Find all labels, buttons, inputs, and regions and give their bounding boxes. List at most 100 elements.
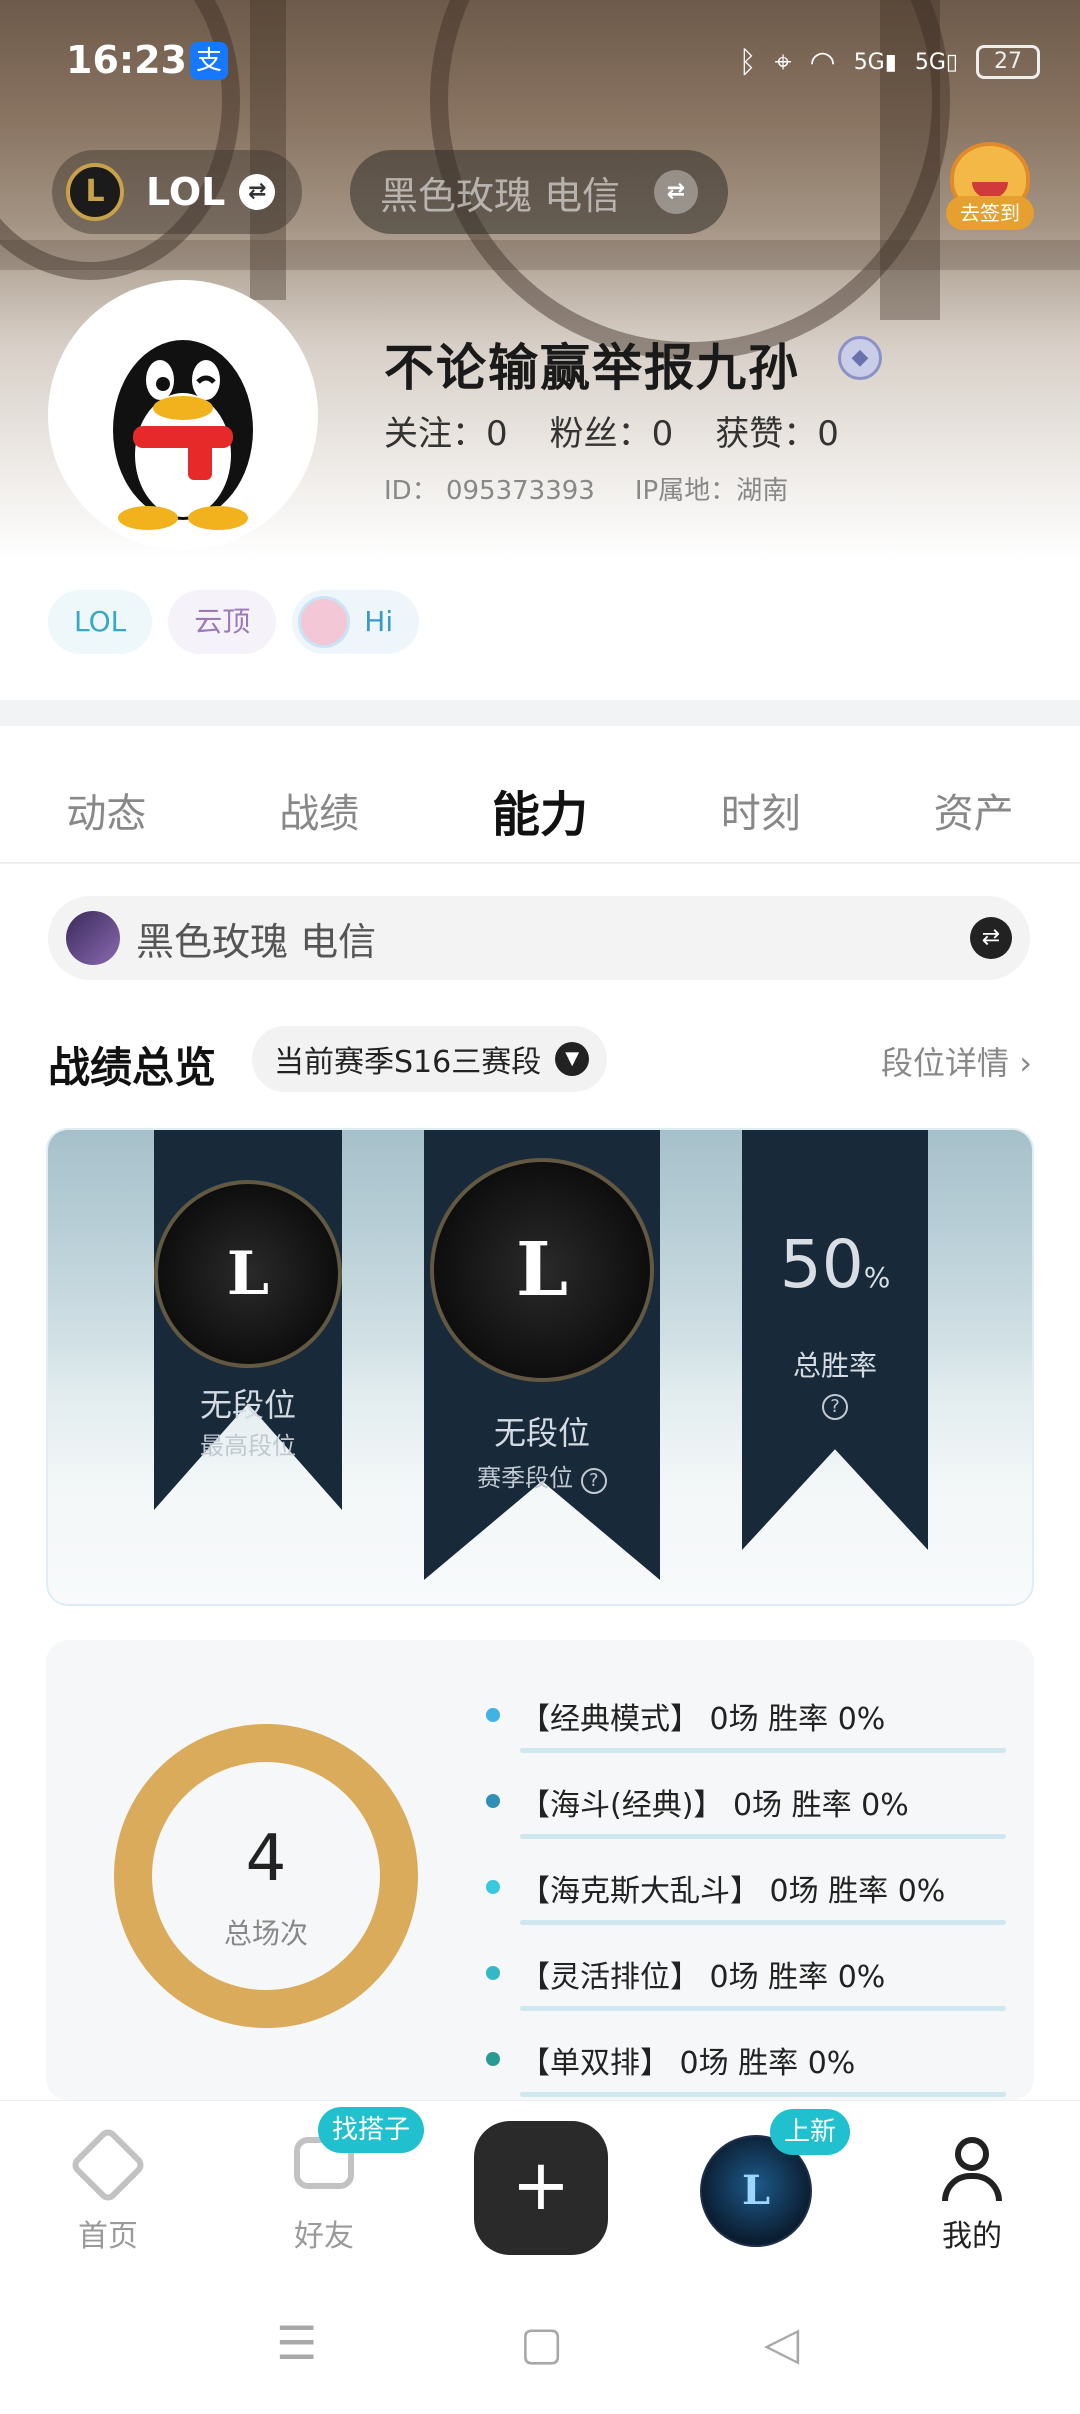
tag-tft[interactable]: 云顶 [168,590,277,654]
rank-emblem-icon: L [154,1180,342,1368]
location-icon: ⌖ [774,44,792,80]
help-icon[interactable]: ? [580,1468,607,1494]
tab-records[interactable]: 战绩 [279,781,359,839]
season-rank-value: 无段位 [493,1414,590,1452]
person-icon [939,2137,1005,2203]
chevron-right-icon: › [1019,1044,1032,1082]
avatar[interactable] [48,280,318,550]
back-icon[interactable]: ◁ [764,2316,799,2370]
profile-meta: ID： 095373393 IP属地：湖南 [384,470,788,507]
alipay-icon: 支 [190,42,228,80]
win-rate-label: 总胜率 [792,1349,877,1382]
total-games-value: 4 [245,1822,287,1896]
help-icon[interactable]: ? [822,1394,848,1420]
nav-me[interactable]: 我的 [892,2101,1052,2271]
likes-stat[interactable]: 获赞：0 [715,406,839,455]
list-item[interactable]: 【灵活排位】 0场 胜率 0% [486,1946,1006,2032]
mode-dot-icon [486,1794,500,1808]
section-divider [0,700,1080,726]
checkin-button[interactable]: 去签到 [940,142,1040,238]
create-post-button[interactable]: + [474,2121,608,2255]
wifi-icon: ◠ [809,44,836,80]
season-dropdown[interactable]: 当前赛季S16三赛段 ▼ [252,1026,608,1092]
mode-dot-icon [486,2052,500,2066]
rank-card: L 无段位 最高段位 L 无段位 赛季段位 ? 50% 总胜率 ? [46,1128,1034,1606]
mode-list: 【经典模式】 0场 胜率 0% 【海斗(经典)】 0场 胜率 0% 【海克斯大乱… [486,1688,1006,2118]
season-rank-label-row: 赛季段位 ? [424,1458,660,1494]
tag-lol[interactable]: LOL [48,590,153,654]
win-rate-help: ? [742,1390,928,1420]
total-games-label: 总场次 [223,1917,308,1950]
clock: 16:23 [66,38,187,82]
profile-tags: LOL 云顶 Hi [48,590,420,654]
mode-dot-icon [486,1708,500,1722]
bottom-nav: 首页 好友 找搭子 + L 上新 我的 [0,2100,1080,2270]
tab-moments[interactable]: 时刻 [721,781,801,839]
new-badge: 上新 [770,2109,851,2155]
ip-location: IP属地：湖南 [634,476,789,506]
lol-logo-icon: L [66,163,124,221]
game-label: LOL [146,170,226,214]
signal-icon: 5G▯ [914,49,958,75]
status-icons: ᛒ ⌖ ◠ 5G▮ 5G▯ 27 [739,40,1040,84]
account-selector[interactable]: 黑色玫瑰 电信 ⇄ [48,896,1030,980]
tab-feed[interactable]: 动态 [66,781,146,839]
tab-ability[interactable]: 能力 [492,775,588,845]
rank-emblem-icon: L [430,1158,654,1382]
status-bar: 16:23 支 ᛒ ⌖ ◠ 5G▮ 5G▯ 27 [0,0,1080,120]
swap-icon: ⇄ [970,917,1012,959]
tab-underline-divider [0,862,1080,864]
champion-avatar-icon [66,911,120,965]
mode-bar [520,1748,1006,1753]
nav-home[interactable]: 首页 [28,2101,188,2271]
mode-bar [520,1834,1006,1839]
home-square-icon[interactable]: ▢ [520,2316,563,2370]
game-switch-button[interactable]: L LOL ⇄ [52,150,302,234]
rank-detail-link[interactable]: 段位详情 › [881,1038,1032,1084]
highest-rank-label: 最高段位 [200,1432,296,1460]
server-selector[interactable]: 黑色玫瑰 电信 ⇄ [350,150,728,234]
profile-tabs: 动态 战绩 能力 时刻 资产 [0,760,1080,860]
system-nav-bar: ☰ ▢ ◁ [0,2270,1080,2414]
bg-railing [0,240,1080,270]
home-icon [68,2125,148,2205]
highest-rank[interactable]: L 无段位 最高段位 [154,1130,342,1590]
win-rate[interactable]: 50% 总胜率 ? [742,1130,928,1590]
user-id: ID： 095373393 [384,476,595,506]
friends-badge: 找搭子 [318,2107,425,2153]
list-item[interactable]: 【海克斯大乱斗】 0场 胜率 0% [486,1860,1006,1946]
hi-avatar-icon [298,596,351,648]
mode-dot-icon [486,1966,500,1980]
verified-badge-icon[interactable]: ◆ [838,336,882,380]
fans-stat[interactable]: 粉丝：0 [550,406,674,455]
list-item[interactable]: 【海斗(经典)】 0场 胜率 0% [486,1774,1006,1860]
mode-bar [520,1920,1006,1925]
swap-icon: ⇄ [654,170,698,214]
chevron-down-icon: ▼ [555,1042,590,1076]
battery-icon: 27 [976,45,1040,79]
menu-icon[interactable]: ☰ [276,2316,317,2370]
bluetooth-icon: ᛒ [738,44,757,80]
swap-icon: ⇄ [239,174,276,210]
match-stats-card: 4 总场次 【经典模式】 0场 胜率 0% 【海斗(经典)】 0场 胜率 0% … [46,1640,1034,2100]
tag-hi[interactable]: Hi [292,590,420,654]
season-label: 当前赛季S16三赛段 [274,1045,542,1080]
win-rate-value: 50% [779,1226,891,1303]
tab-assets[interactable]: 资产 [934,781,1014,839]
server-placeholder: 黑色玫瑰 电信 [380,173,621,218]
section-title: 战绩总览 [48,1043,217,1092]
mode-bar [520,2006,1006,2011]
total-games-ring: 4 总场次 [114,1724,418,2028]
penguin-avatar-icon [113,340,253,530]
season-rank[interactable]: L 无段位 赛季段位 ? [424,1130,660,1590]
checkin-label: 去签到 [946,196,1034,230]
list-item[interactable]: 【经典模式】 0场 胜率 0% [486,1688,1006,1774]
follow-stat[interactable]: 关注：0 [384,406,508,455]
profile-stats: 关注：0 粉丝：0 获赞：0 [384,406,839,455]
mode-bar [520,2092,1006,2097]
mode-dot-icon [486,1880,500,1894]
highest-rank-value: 无段位 [199,1386,296,1424]
username: 不论输赢举报九孙 [384,339,800,397]
signal-icon: 5G▮ [853,49,897,75]
account-server: 黑色玫瑰 电信 [136,919,377,964]
